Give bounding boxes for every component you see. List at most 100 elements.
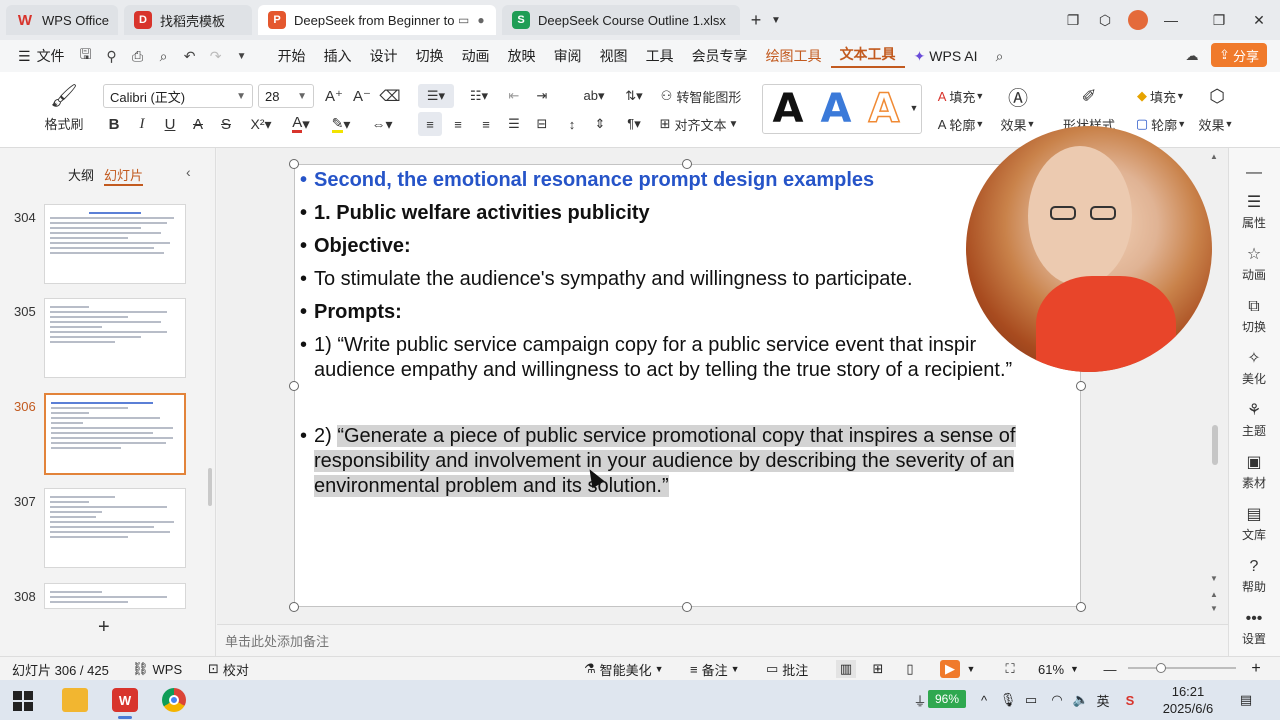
windows-start-icon[interactable] — [12, 690, 34, 712]
sidebar-library[interactable]: ▤ 文库 — [1228, 506, 1280, 543]
text-outline-button[interactable]: A 轮廓 ▼ — [930, 114, 992, 134]
resize-handle[interactable] — [289, 602, 299, 612]
slide-sorter-icon[interactable]: ⊞ — [868, 660, 888, 678]
save-icon[interactable]: 🖫 — [73, 43, 99, 69]
undo-icon[interactable]: ↶ — [177, 43, 203, 69]
menu-transition[interactable]: 切换 — [407, 46, 453, 66]
align-center-icon[interactable]: ≡ — [446, 112, 470, 136]
add-slide-button[interactable]: + — [98, 616, 110, 639]
sidebar-properties[interactable]: ☰ 属性 — [1228, 194, 1280, 231]
slide-thumbnail-308[interactable] — [44, 583, 186, 609]
proofread-button[interactable]: ⊡ 校对 — [208, 660, 249, 678]
char-spacing-icon[interactable]: ⇔▾ — [366, 114, 398, 134]
shape-fill-button[interactable]: ◆ 填充 ▼ — [1130, 86, 1192, 106]
volume-icon[interactable]: 🔈 — [1072, 690, 1090, 710]
zoom-level[interactable]: 61% ▼ — [1038, 660, 1079, 678]
resize-handle[interactable] — [289, 381, 299, 391]
sidebar-beautify[interactable]: ✧ 美化 — [1228, 350, 1280, 387]
play-slideshow-icon[interactable]: ▶ — [940, 660, 960, 678]
shape-style-icon[interactable]: ✐ — [1072, 84, 1106, 108]
shape-effect-button[interactable]: 效果 ▼ — [1196, 114, 1236, 134]
close-icon[interactable]: ✕ — [1248, 8, 1270, 32]
sidebar-materials[interactable]: ▣ 素材 — [1228, 454, 1280, 491]
decrease-font-icon[interactable]: A⁻ — [350, 86, 374, 106]
microphone-icon[interactable]: 🎙 — [1000, 690, 1017, 710]
slide-line-5[interactable]: • Prompts: — [300, 300, 402, 325]
shadow-text-icon[interactable]: S — [216, 114, 236, 134]
avatar[interactable] — [1126, 8, 1150, 32]
slide-prompt-1[interactable]: • 1) “Write public service campaign copy … — [300, 333, 976, 358]
slide-prompt-2-cont-2[interactable]: environmental problem and its solution.” — [314, 474, 669, 499]
font-size-select[interactable]: 28 ▼ — [258, 84, 314, 108]
scroll-up-icon[interactable]: ▲ — [1210, 152, 1220, 162]
minimize-icon[interactable]: — — [1160, 8, 1182, 32]
cube-icon[interactable]: ⬡ — [1094, 8, 1116, 32]
font-color-icon[interactable]: A ▾ — [286, 114, 316, 134]
sidebar-theme[interactable]: ⚘ 主题 — [1228, 402, 1280, 439]
battery-icon[interactable]: ▭ — [1022, 690, 1040, 710]
prev-slide-icon[interactable]: ▲ — [1210, 590, 1220, 600]
resize-handle[interactable] — [682, 159, 692, 169]
highlight-icon[interactable]: ✎ ▾ — [326, 114, 356, 134]
share-link-icon[interactable]: ⚲ — [99, 43, 125, 69]
right-sidebar-collapse[interactable]: — — [1228, 164, 1280, 184]
slide[interactable] — [294, 164, 1081, 607]
hamburger-icon[interactable]: ☰ — [12, 48, 37, 65]
smart-beautify-button[interactable]: ⚗ 智能美化 ▼ — [584, 660, 664, 678]
align-right-icon[interactable]: ≡ — [474, 112, 498, 136]
sidebar-help[interactable]: ? 帮助 — [1228, 558, 1280, 595]
zoom-slider-handle[interactable] — [1156, 663, 1166, 673]
normal-view-icon[interactable]: ▥ — [836, 660, 856, 678]
sidebar-transition[interactable]: ⧉ 切换 — [1228, 298, 1280, 335]
increase-font-icon[interactable]: A⁺ — [322, 86, 346, 106]
clear-format-icon[interactable]: ⌫ — [378, 86, 402, 106]
resize-handle[interactable] — [1076, 602, 1086, 612]
wps-status-button[interactable]: ⛓ WPS — [132, 660, 182, 678]
menu-review[interactable]: 审阅 — [545, 46, 591, 66]
menu-tools[interactable]: 工具 — [637, 46, 683, 66]
thumbnail-scrollbar[interactable] — [208, 468, 212, 506]
paragraph-spacing-icon[interactable]: ⇕ — [588, 112, 612, 136]
notes-input[interactable]: 单击此处添加备注 — [217, 624, 1228, 656]
collapse-panel-icon[interactable]: ‹ — [186, 164, 191, 180]
slide-thumbnail-306[interactable] — [44, 393, 186, 475]
format-painter-button[interactable]: 格式刷 — [40, 114, 88, 132]
slideshow-options-icon[interactable]: ▼ — [964, 660, 978, 678]
tray-expand-icon[interactable]: ^ — [976, 690, 992, 710]
menu-file[interactable]: 文件 — [37, 46, 73, 66]
unsaved-dot-icon[interactable]: ● — [477, 13, 484, 27]
superscript-icon[interactable]: X²▾ — [246, 114, 276, 134]
notes-toggle-button[interactable]: ≡ 备注 ▼ — [690, 660, 740, 678]
shape-outline-button[interactable]: ▢ 轮廓 ▼ — [1130, 114, 1192, 134]
bullet-list-icon[interactable]: ☰▾ — [418, 84, 454, 108]
quick-access-chevron-icon[interactable]: ▼ — [229, 43, 255, 69]
taskbar-time[interactable]: 16:21 — [1160, 683, 1216, 699]
redo-icon[interactable]: ↷ — [203, 43, 229, 69]
paragraph-icon[interactable]: ¶▾ — [618, 112, 650, 136]
increase-indent-icon[interactable]: ⇥ — [530, 84, 554, 108]
align-left-icon[interactable]: ≡ — [418, 112, 442, 136]
shape-effect-icon[interactable]: ⬡ — [1200, 84, 1234, 108]
font-name-select[interactable]: Calibri (正文) ▼ — [103, 84, 253, 108]
menu-view[interactable]: 视图 — [591, 46, 637, 66]
menu-member[interactable]: 会员专享 — [683, 46, 757, 66]
text-direction-icon[interactable]: ab▾ — [576, 84, 612, 108]
search-icon[interactable]: ⌕ — [987, 43, 1013, 69]
tab-list-chevron-icon[interactable]: ▼ — [768, 8, 784, 32]
menu-wps-ai[interactable]: ✦ WPS AI — [905, 48, 987, 65]
chrome-icon[interactable] — [162, 688, 186, 712]
ime-indicator[interactable]: 英 — [1094, 690, 1112, 710]
wifi-icon[interactable]: ◠ — [1048, 690, 1066, 710]
share-button[interactable]: ⇪ 分享 — [1211, 43, 1267, 67]
next-slide-icon[interactable]: ▼ — [1210, 604, 1220, 614]
tab-docer[interactable]: D 找稻壳模板 — [124, 5, 252, 35]
tab-deepseek-ppt[interactable]: P DeepSeek from Beginner to ▭ ● — [258, 5, 496, 35]
menu-slideshow[interactable]: 放映 — [499, 46, 545, 66]
notification-icon[interactable]: ▤ — [1236, 690, 1256, 710]
fit-window-icon[interactable]: ⛶ — [1000, 660, 1020, 678]
file-explorer-icon[interactable] — [62, 688, 88, 712]
sidebar-settings[interactable]: ••• 设置 — [1228, 610, 1280, 647]
comments-button[interactable]: ▭ 批注 — [766, 660, 808, 678]
slide-line-4[interactable]: • To stimulate the audience's sympathy an… — [300, 267, 913, 292]
zoom-slider-track[interactable] — [1128, 667, 1236, 669]
